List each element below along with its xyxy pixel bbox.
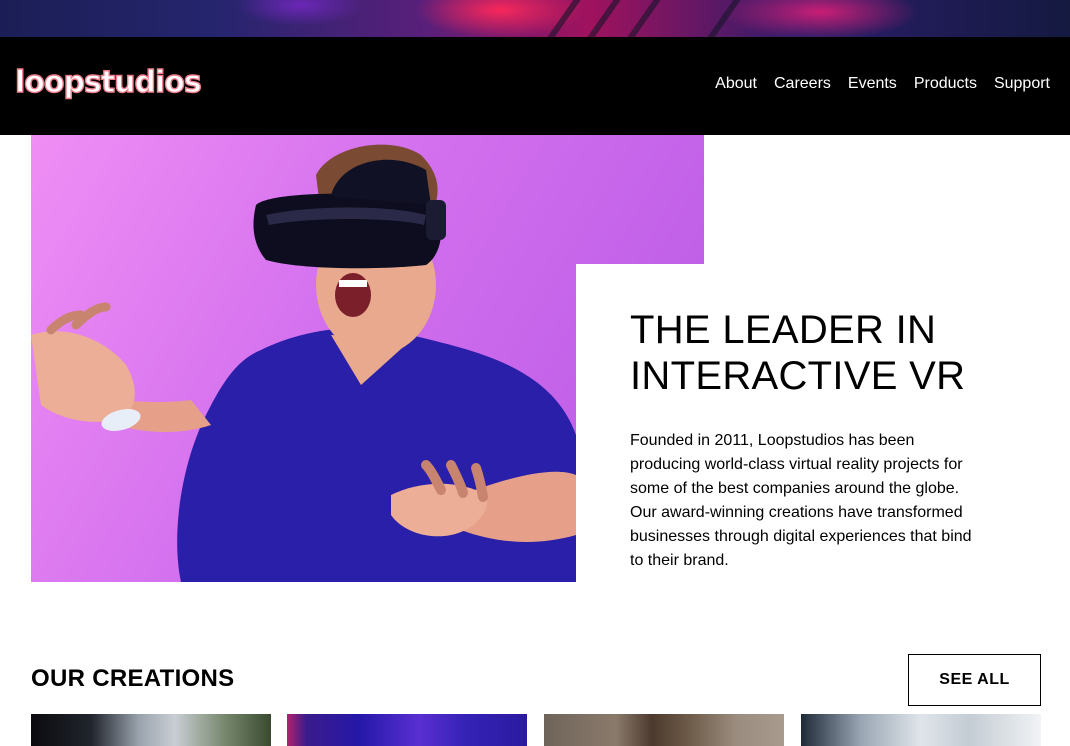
nav-link-products[interactable]: Products — [914, 75, 977, 93]
intro-headline: THE LEADER IN INTERACTIVE VR — [630, 308, 966, 398]
creation-tile[interactable] — [31, 714, 271, 746]
creation-tile[interactable] — [801, 714, 1041, 746]
hero-banner-strip — [0, 0, 1070, 37]
see-all-button[interactable]: SEE ALL — [908, 654, 1041, 706]
nav-link-about[interactable]: About — [715, 75, 757, 93]
hero-decoration — [583, 0, 623, 37]
nav-link-careers[interactable]: Careers — [774, 75, 831, 93]
creations-title: OUR CREATIONS — [31, 665, 235, 692]
intro-body: Founded in 2011, Loopstudios has been pr… — [630, 432, 972, 569]
nav-link-events[interactable]: Events — [848, 75, 897, 93]
hero-decoration — [623, 0, 663, 37]
creation-tile[interactable] — [287, 714, 527, 746]
creation-tile[interactable] — [544, 714, 784, 746]
nav-link-support[interactable]: Support — [994, 75, 1050, 93]
site-header: loopstudios About Careers Events Product… — [0, 37, 1070, 135]
creations-grid — [31, 714, 1041, 746]
hero-decoration — [543, 0, 583, 37]
main-nav: About Careers Events Products Support — [715, 75, 1050, 93]
brand-logo[interactable]: loopstudios — [14, 64, 202, 100]
hero-decoration — [703, 0, 743, 37]
